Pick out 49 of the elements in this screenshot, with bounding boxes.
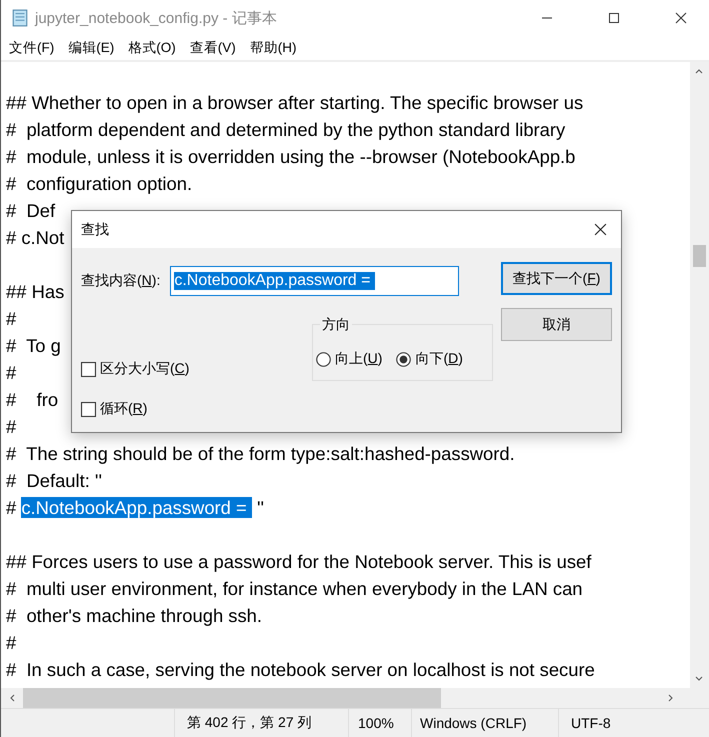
code-line: ## Forces users to use a password for the Notebook server. This is usef — [6, 551, 592, 572]
code-line: # Def — [6, 200, 56, 221]
menu-item[interactable]: 帮助(H) — [250, 39, 296, 57]
code-line: ## Has — [6, 281, 64, 302]
status-text: UTF-8 — [570, 714, 611, 733]
menu-item[interactable]: 编辑(E) — [68, 39, 114, 57]
menu-item[interactable]: 文件(F) — [9, 39, 54, 57]
menu-item[interactable]: 格式(O) — [128, 39, 176, 57]
code-line: ## Whether to open in a browser after starting. The specific browser us — [6, 92, 584, 113]
find-input-field[interactable]: c.NotebookApp.password = — [170, 266, 460, 296]
checkbox-icon[interactable] — [81, 402, 96, 416]
code-line: # c.NotebookApp.password = '' — [6, 497, 264, 518]
menu-item[interactable]: 查看(V) — [190, 39, 236, 57]
checkbox-icon[interactable] — [81, 362, 96, 376]
code-line: # multi user environment, for instance when everybody in the LAN can — [6, 578, 583, 599]
dialog-button[interactable]: 查找下一个(F) — [501, 262, 612, 295]
notepad-icon — [11, 9, 29, 27]
code-line: # Default: '' — [6, 470, 102, 491]
code-line: # — [6, 632, 16, 653]
code-line: # platform dependent and determined by the python standard library — [6, 119, 566, 140]
vertical-scrollbar[interactable] — [690, 62, 709, 688]
code-line: # configuration option. — [6, 173, 192, 194]
find-label: 查找内容(N): — [81, 272, 160, 290]
code-line: # — [6, 362, 16, 383]
window-title: jupyter_notebook_config.py - 记事本 — [35, 8, 277, 28]
status-text: Windows (CRLF) — [412, 709, 559, 737]
dialog-title: 查找 — [81, 220, 109, 238]
code-line: # fro — [6, 389, 58, 410]
code-line: # other's machine through ssh. — [6, 605, 262, 626]
close-icon[interactable] — [594, 223, 607, 236]
checkbox-option[interactable]: 区分大小写(C) — [81, 360, 190, 378]
dialog-button[interactable]: 取消 — [501, 308, 612, 341]
radio-icon[interactable] — [316, 352, 331, 366]
status-text: 第 402 行，第 27 列 — [175, 709, 349, 737]
radio-icon[interactable] — [396, 352, 412, 366]
group-legend: 方向 — [320, 316, 352, 334]
code-line: # In such a case, serving the notebook server on localhost is not secure — [6, 659, 595, 680]
code-line: # — [6, 416, 16, 437]
scrollbar-thumb[interactable] — [693, 245, 706, 267]
code-line: # The string should be of the form type:salt:hashed-password. — [6, 443, 515, 464]
code-line: # module, unless it is overridden using the --browser (NotebookApp.b — [6, 146, 576, 167]
code-line: # c.Not — [6, 227, 64, 248]
status-text: 100% — [349, 709, 412, 737]
code-line: # To g — [6, 335, 61, 356]
scrollbar-thumb[interactable] — [23, 688, 441, 708]
checkbox-option[interactable]: 循环(R) — [81, 400, 190, 418]
radio-option[interactable]: 向下(D) — [396, 350, 463, 368]
code-line: # — [6, 308, 16, 329]
radio-option[interactable]: 向上(U) — [316, 350, 382, 368]
